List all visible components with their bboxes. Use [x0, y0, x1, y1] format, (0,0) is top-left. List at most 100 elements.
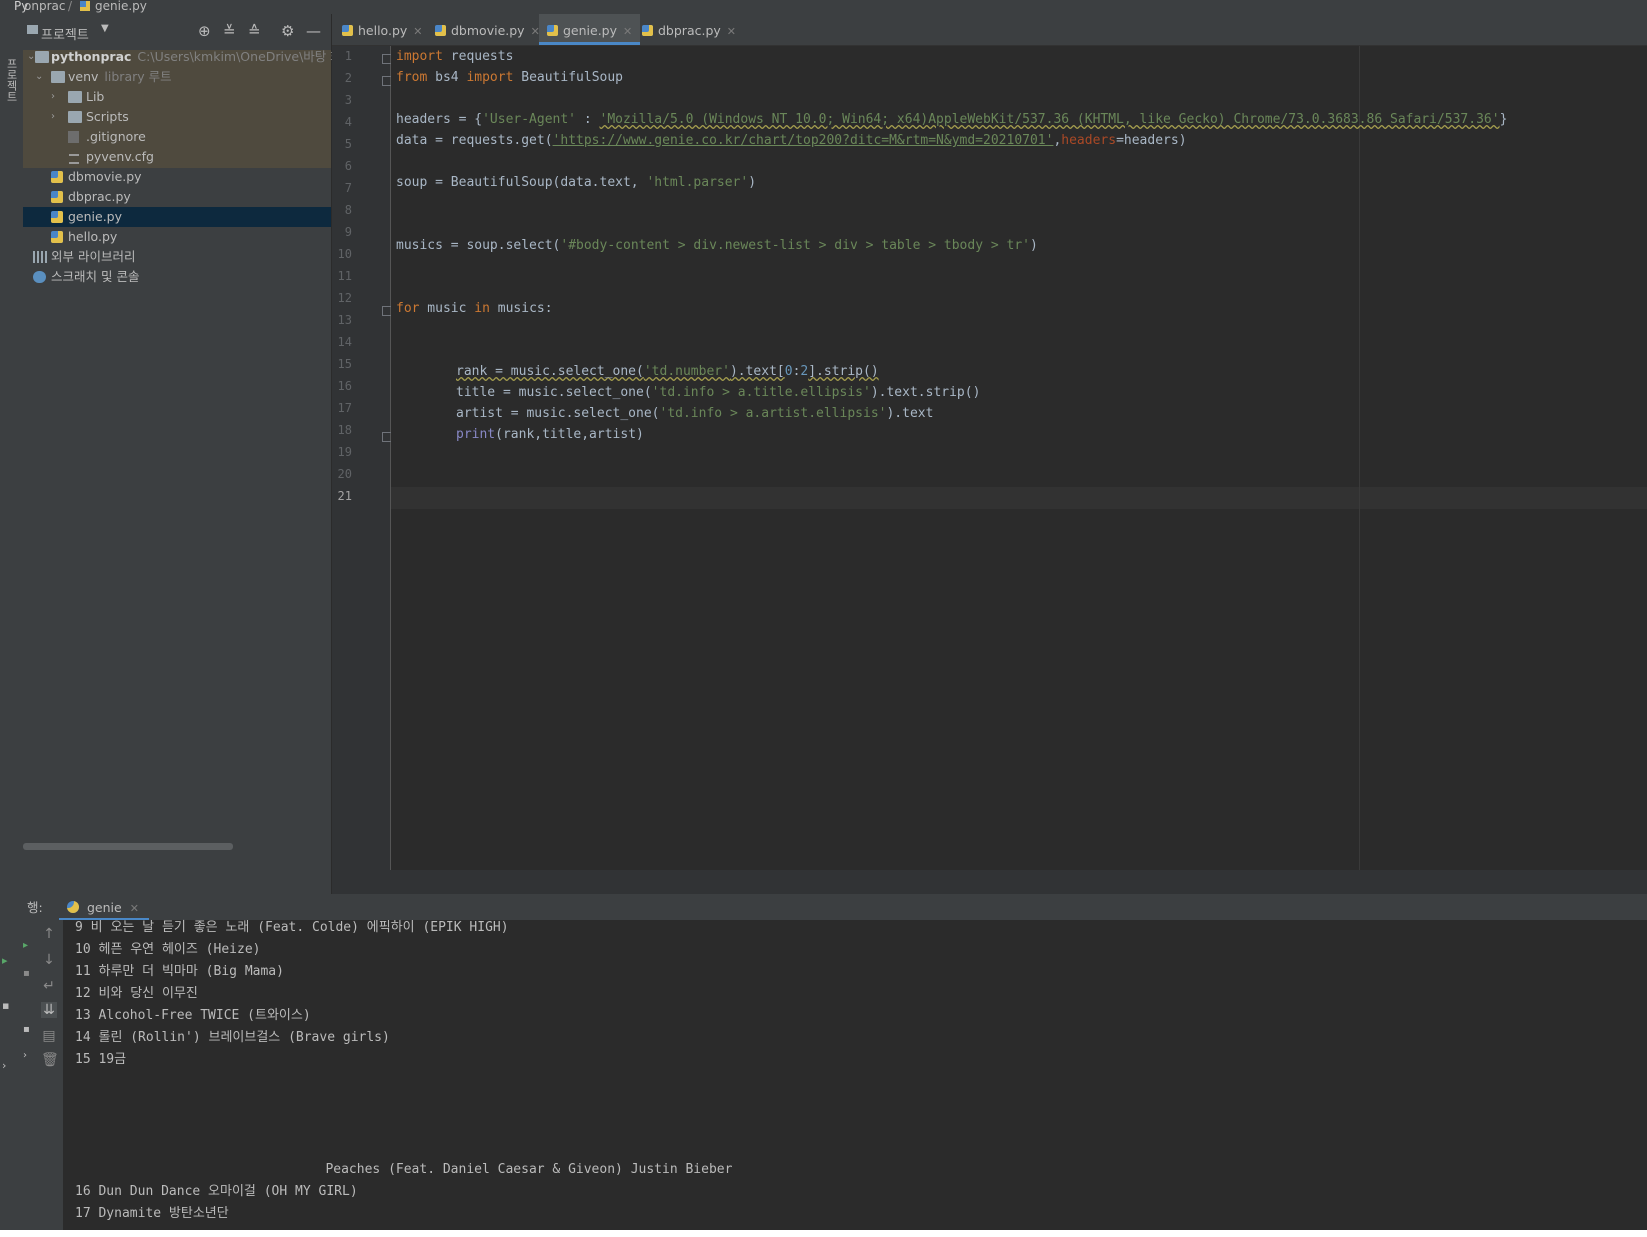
python-file-icon [80, 1, 90, 11]
tree-item-scripts[interactable]: › Scripts [23, 107, 331, 127]
trash-icon[interactable]: 🗑 [41, 1052, 59, 1068]
tab-hello[interactable]: hello.py ✕ [342, 14, 423, 45]
arrow-down-icon[interactable]: ↓ [41, 952, 57, 968]
line-number-current: 21 [337, 489, 352, 503]
tool-window-strip: 프로젝트 ▸ ▪ › [0, 14, 24, 1230]
project-panel-title[interactable]: 프로젝트 [41, 24, 89, 43]
tab-dbmovie[interactable]: dbmovie.py ✕ [435, 14, 540, 45]
current-line-highlight [391, 487, 1647, 509]
expand-all-icon[interactable]: ≚ [223, 22, 236, 40]
chevron-right-icon[interactable]: › [51, 107, 61, 127]
line-number: 3 [344, 93, 352, 107]
expand-icon[interactable]: › [2, 1059, 18, 1072]
config-file-icon [69, 154, 79, 164]
folder-icon [68, 91, 82, 103]
code-line-7: soup = BeautifulSoup(data.text, 'html.pa… [396, 175, 757, 190]
tree-item-dbmovie[interactable]: dbmovie.py [23, 167, 331, 187]
run-label: 행: [27, 900, 43, 915]
scroll-to-end-icon[interactable]: ⇊ [41, 1002, 57, 1018]
python-icon [67, 901, 79, 913]
console-line: 14 롤린 (Rollin') 브레이브걸스 (Brave girls) [75, 1030, 390, 1045]
close-icon[interactable]: ✕ [623, 25, 632, 38]
chevron-right-icon[interactable]: › [51, 87, 61, 107]
tab-label: genie.py [563, 23, 618, 38]
tree-item-label: Lib [86, 89, 105, 104]
line-number: 1 [344, 49, 352, 63]
tree-item-scratches[interactable]: 스크래치 및 콘솔 [23, 267, 331, 287]
soft-wrap-icon[interactable]: ↵ [41, 978, 57, 994]
minimize-icon[interactable]: — [306, 22, 321, 40]
project-panel-header: 프로젝트 ▼ ⊕ ≚ ≙ ⚙ — [23, 14, 331, 44]
pin-icon[interactable]: ▪ [23, 1024, 30, 1035]
gear-icon[interactable]: ⚙ [281, 22, 294, 40]
folder-icon [68, 111, 82, 123]
line-number: 16 [337, 379, 352, 393]
run-tab-label: genie [87, 900, 122, 915]
code-line-2: from bs4 import BeautifulSoup [396, 70, 623, 85]
console-output[interactable]: 9 비 오는 날 듣기 좋은 노래 (Feat. Colde) 에픽하이 (EP… [63, 920, 1647, 1230]
tree-item-lib[interactable]: › Lib [23, 87, 331, 107]
python-file-icon [51, 191, 63, 203]
code-line-17: title = music.select_one('td.info > a.ti… [456, 385, 981, 400]
line-number: 8 [344, 203, 352, 217]
code-line-1: import requests [396, 49, 514, 64]
venv-hint: library 루트 [104, 69, 172, 84]
console-line: 13 Alcohol-Free TWICE (트와이스) [75, 1008, 311, 1023]
project-tool-tab[interactable]: 프로젝트 [4, 58, 19, 138]
line-number: 11 [337, 269, 352, 283]
console-line: 11 하루만 더 빅마마 (Big Mama) [75, 964, 284, 979]
rerun-icon[interactable]: ▸ [23, 940, 29, 951]
expand-icon[interactable]: › [23, 1050, 29, 1061]
root-folder-name: pythonprac [51, 49, 132, 64]
pin-icon[interactable]: ▪ [2, 999, 18, 1012]
code-editor[interactable]: import requests from bs4 import Beautifu… [391, 46, 1647, 870]
code-line-13: for music in musics: [396, 301, 553, 316]
line-number: 14 [337, 335, 352, 349]
code-line-16: rank = music.select_one('td.number').tex… [456, 364, 879, 379]
scratch-icon [33, 271, 46, 283]
horizontal-scrollbar[interactable] [23, 843, 233, 850]
close-icon[interactable]: ✕ [727, 25, 736, 38]
console-line: 12 비와 당신 이무진 [75, 986, 198, 1001]
editor-tabs: hello.py ✕ dbmovie.py ✕ genie.py ✕ dbprac.p… [332, 14, 1647, 46]
code-line-18: artist = music.select_one('td.info > a.a… [456, 406, 934, 421]
print-icon[interactable]: ▤ [41, 1028, 57, 1044]
breadcrumb-separator: / [68, 0, 73, 13]
chevron-down-icon[interactable]: ⌄ [35, 67, 45, 87]
tab-label: dbmovie.py [451, 23, 525, 38]
collapse-all-icon[interactable]: ≙ [248, 22, 261, 40]
tab-dbprac[interactable]: dbprac.py ✕ [642, 14, 736, 45]
tree-item-hello[interactable]: hello.py [23, 227, 331, 247]
project-panel: 프로젝트 ▼ ⊕ ≚ ≙ ⚙ — ⌄ pythonprac C:\Users\km… [23, 14, 353, 894]
tree-item-external-libraries[interactable]: 외부 라이브러리 [23, 247, 331, 267]
python-file-icon [51, 171, 63, 183]
tree-item-dbprac[interactable]: dbprac.py [23, 187, 331, 207]
tree-item-venv[interactable]: ⌄ venv library 루트 [23, 67, 331, 87]
stop-icon[interactable]: ▪ [23, 968, 30, 979]
python-file-icon [435, 25, 446, 36]
breadcrumb-project[interactable]: onprac [24, 0, 65, 12]
tree-item-label: .gitignore [86, 129, 146, 144]
run-panel: 행: genie ✕ ▸ ▪ ▪ › ↑ ↓ ↵ ⇊ ▤ 🗑 9 비 오는 날 듣… [23, 894, 1647, 1230]
close-icon[interactable]: ✕ [130, 902, 139, 915]
run-toolbar: ↑ ↓ ↵ ⇊ ▤ 🗑 [35, 920, 63, 1230]
folder-icon [51, 71, 65, 83]
chevron-down-icon[interactable]: ▼ [101, 23, 109, 34]
arrow-up-icon[interactable]: ↑ [41, 926, 57, 942]
line-number: 15 [337, 357, 352, 371]
tree-item-gitignore[interactable]: .gitignore [23, 127, 331, 147]
editor-bottom-bar [332, 870, 1647, 894]
breadcrumb-file[interactable]: genie.py [95, 0, 147, 12]
tree-item-label: genie.py [68, 209, 123, 224]
tree-item-genie[interactable]: genie.py [23, 207, 331, 227]
line-number: 9 [344, 225, 352, 239]
tree-item-root[interactable]: ⌄ pythonprac C:\Users\kmkim\OneDrive\바탕 화… [23, 47, 353, 67]
tab-genie[interactable]: genie.py ✕ [539, 14, 641, 45]
line-number: 7 [344, 181, 352, 195]
crosshair-icon[interactable]: ⊕ [198, 22, 211, 40]
tree-item-pyvenv[interactable]: pyvenv.cfg [23, 147, 331, 167]
console-line: 10 헤픈 우연 헤이즈 (Heize) [75, 942, 261, 957]
line-number: 13 [337, 313, 352, 327]
tree-item-label: pyvenv.cfg [86, 149, 154, 164]
close-icon[interactable]: ✕ [413, 25, 422, 38]
